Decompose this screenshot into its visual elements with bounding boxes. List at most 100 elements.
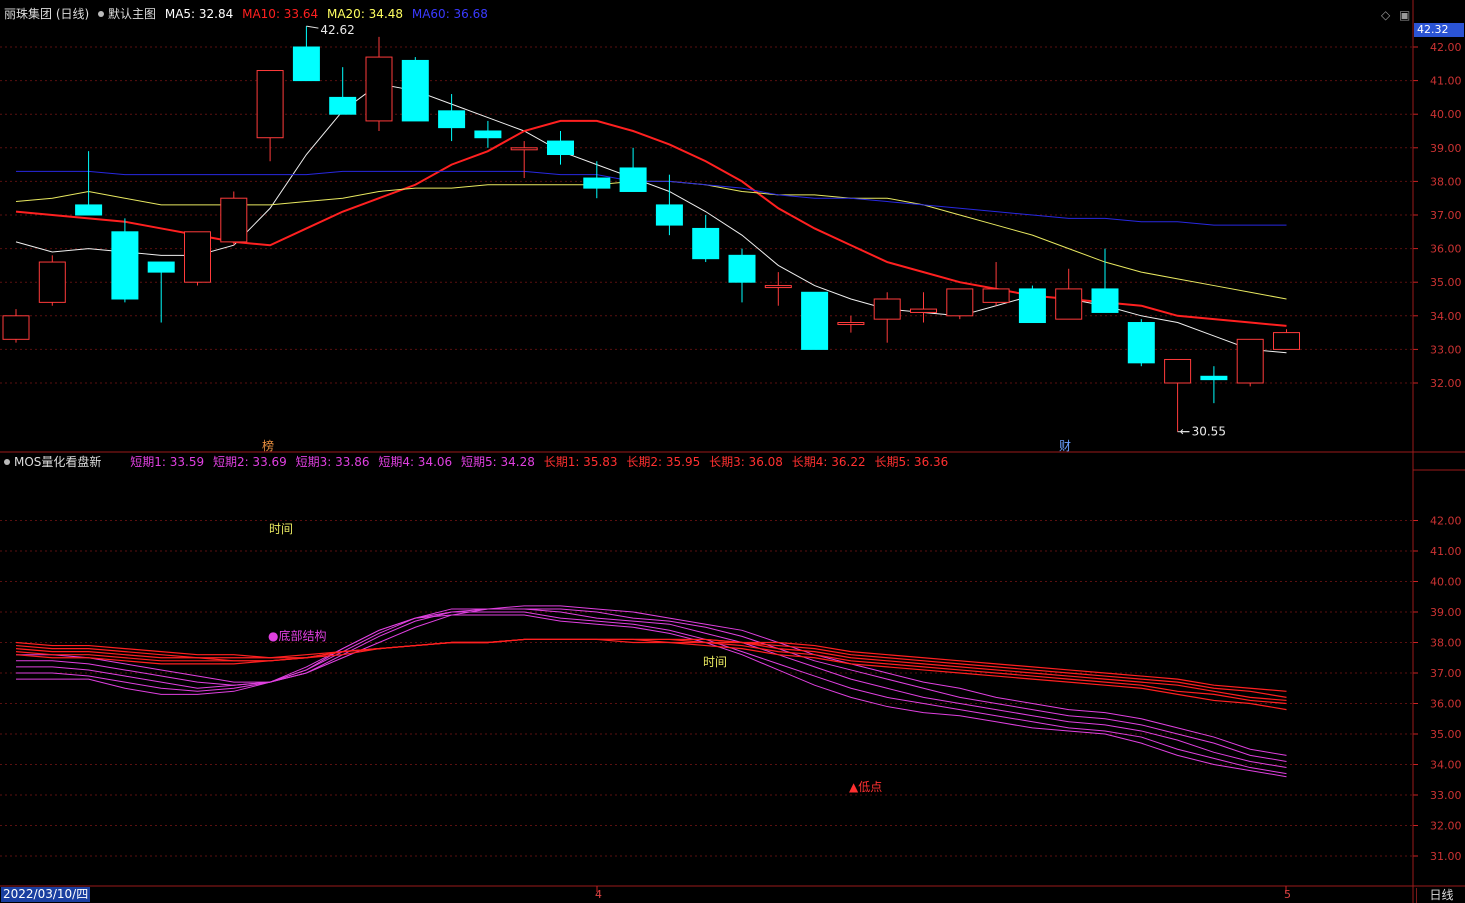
- panel-frames: [0, 0, 1465, 903]
- candle-body: [764, 285, 792, 289]
- candle-body: [982, 288, 1010, 303]
- candles: [2, 26, 1300, 432]
- candle-body: [837, 322, 865, 326]
- short-labels: 短期1: 33.59 短期2: 33.69 短期3: 33.86 短期4: 34…: [130, 455, 543, 469]
- axis-tick-label: 33.00: [1430, 343, 1462, 356]
- axis-tick-label: 31.00: [1430, 850, 1462, 863]
- candle-body: [147, 261, 175, 273]
- candle-body: [329, 96, 357, 115]
- diamond-icon[interactable]: ◇: [1381, 8, 1390, 22]
- candle-body: [619, 167, 647, 192]
- axis-tick-label: 36.00: [1430, 243, 1462, 256]
- candle-body: [946, 288, 974, 317]
- axis-tick-label: 35.00: [1430, 276, 1462, 289]
- event-marker: 财: [1059, 439, 1071, 453]
- mos-line-short: [16, 608, 1287, 769]
- indicator-header: MOS量化看盘新 短期1: 33.59 短期2: 33.69 短期3: 33.8…: [4, 455, 958, 469]
- candle-body: [256, 70, 284, 139]
- long-label: 长期5: 36.36: [874, 455, 949, 469]
- candle-body: [1091, 288, 1119, 313]
- mos-line-short: [16, 611, 1287, 775]
- ma10-label: MA10: 33.64: [242, 7, 319, 21]
- mos-line-long: [15, 638, 1287, 692]
- mos-lines: [15, 605, 1287, 778]
- candle-body: [547, 140, 574, 156]
- candle-body: [38, 261, 66, 303]
- candle-body: [2, 315, 30, 340]
- candle-body: [1200, 375, 1228, 381]
- candle-body: [184, 231, 211, 283]
- candle-body: [583, 177, 611, 189]
- ma5-label: MA5: 32.84: [164, 7, 234, 21]
- candle-body: [692, 227, 720, 260]
- low-arrow-icon: ←: [1180, 425, 1190, 439]
- axis-tick-label: 41.00: [1430, 75, 1462, 88]
- event-marker: 榜: [262, 438, 274, 453]
- candle-body: [728, 254, 756, 283]
- short-label: 短期1: 33.59: [130, 455, 205, 469]
- axis-tick-label: 32.00: [1430, 820, 1462, 833]
- ma-line-ma60: [16, 170, 1287, 226]
- indicator-axis: 42.00 41.00 40.00 39.00 38.00 37.00 36.00 35.00…: [1413, 515, 1462, 863]
- month-label: 4: [595, 888, 602, 901]
- dot-icon: [98, 11, 105, 17]
- axis-tick-label: 38.00: [1430, 637, 1462, 650]
- long-label: 长期3: 36.08: [709, 455, 783, 469]
- indicator-name[interactable]: MOS量化看盘新: [4, 455, 101, 469]
- long-label: 长期4: 36.22: [791, 455, 866, 469]
- axis-tick-label: 40.00: [1430, 576, 1462, 589]
- axis-tick-label: 39.00: [1430, 142, 1462, 155]
- axis-tick-label: 35.00: [1430, 728, 1462, 741]
- candle-body: [365, 56, 393, 122]
- candle-body: [801, 291, 829, 350]
- low-price-label: 30.55: [1192, 425, 1226, 439]
- candle-body: [655, 204, 683, 226]
- candle-body: [910, 308, 937, 313]
- axis-tick-label: 37.00: [1430, 209, 1462, 222]
- candle-body: [1127, 322, 1155, 364]
- dot-icon: [4, 459, 10, 465]
- stock-title[interactable]: 丽珠集团 (日线): [4, 7, 89, 21]
- long-label: 长期2: 35.95: [626, 455, 701, 469]
- ma20-label: MA20: 34.48: [326, 7, 404, 21]
- candle-body: [111, 231, 139, 300]
- window-icon[interactable]: ▣: [1399, 8, 1410, 22]
- current-price-tag: 42.32: [1414, 23, 1464, 37]
- axis-tick-label: 36.00: [1430, 698, 1462, 711]
- axis-tick-label: 34.00: [1430, 759, 1462, 772]
- axis-tick-label: 39.00: [1430, 606, 1462, 619]
- axis-tick-label: 33.00: [1430, 789, 1462, 802]
- candle-body: [1018, 288, 1046, 324]
- short-label: 短期4: 34.06: [378, 455, 453, 469]
- candle-body: [1055, 288, 1083, 320]
- candle-body: [401, 59, 429, 122]
- candle-body: [510, 147, 538, 151]
- mos-line-short: [16, 608, 1287, 762]
- short-label: 短期5: 34.28: [461, 455, 535, 469]
- main-price-axis: 42.00 41.00 40.00 39.00 38.00 37.00 36.00 35.00…: [1413, 41, 1462, 390]
- candle-body: [873, 298, 901, 320]
- long-label: 长期1: 35.83: [543, 455, 618, 469]
- template-selector[interactable]: 默认主图: [98, 7, 156, 21]
- cursor-date: 2022/03/10/四: [1, 887, 91, 902]
- timeframe-button[interactable]: 日线: [1416, 888, 1465, 903]
- mos-line-long: [15, 638, 1287, 711]
- axis-tick-label: 42.00: [1430, 41, 1462, 54]
- candle-body: [1164, 358, 1192, 384]
- month-label: 5: [1284, 888, 1291, 901]
- long-labels: 长期1: 35.83 长期2: 35.95 长期3: 36.08 长期4: 36…: [544, 455, 954, 469]
- high-marker-line: [306, 25, 319, 29]
- candle-body: [1236, 338, 1264, 384]
- mos-line-long: [15, 638, 1287, 698]
- short-label: 短期2: 33.69: [212, 455, 287, 469]
- axis-tick-label: 37.00: [1430, 667, 1462, 680]
- axis-tick-label: 38.00: [1430, 175, 1462, 188]
- kline-chart[interactable]: 42.00 41.00 40.00 39.00 38.00 37.00 36.00 35.00…: [0, 0, 1465, 903]
- main-header: 丽珠集团 (日线) 默认主图 MA5: 32.84 MA10: 33.64 MA…: [4, 7, 493, 21]
- axis-tick-label: 42.00: [1430, 515, 1462, 528]
- mos-line-long: [15, 638, 1287, 702]
- high-price-label: 42.62: [320, 23, 354, 37]
- low-point-label: ▲低点: [849, 780, 882, 794]
- axis-tick-label: 34.00: [1430, 310, 1462, 323]
- axis-tick-label: 32.00: [1430, 377, 1462, 390]
